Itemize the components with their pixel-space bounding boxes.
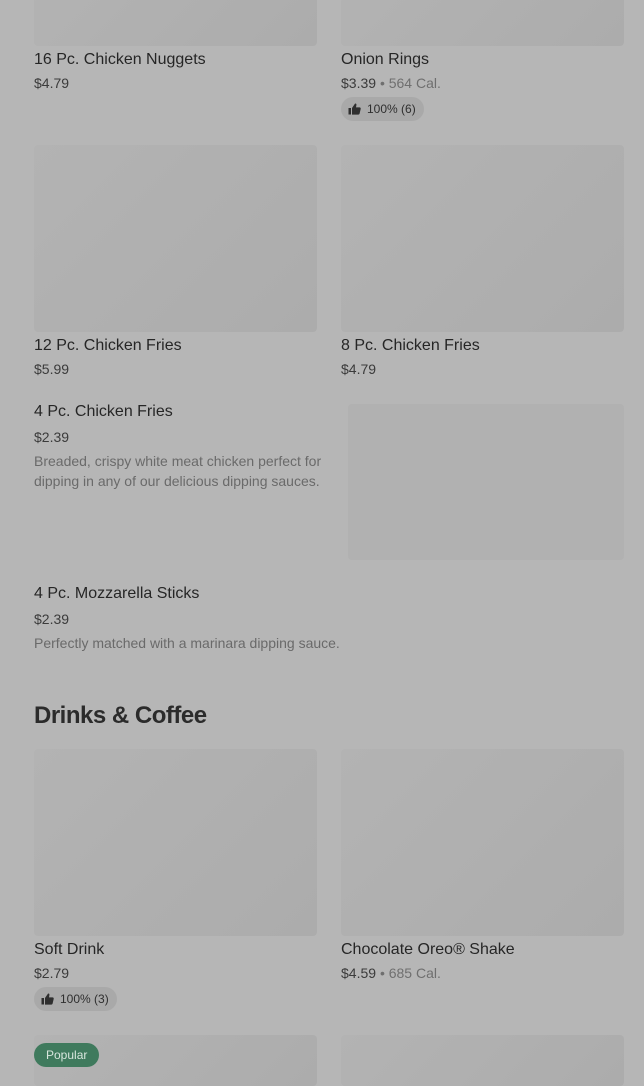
item-name[interactable]: Soft Drink <box>34 941 104 959</box>
item-name[interactable]: 4 Pc. Mozzarella Sticks <box>34 585 199 603</box>
item-calories: 685 Cal. <box>388 965 441 981</box>
item-price: $4.79 <box>34 75 70 91</box>
item-image-chicken-nuggets[interactable] <box>34 0 317 46</box>
thumbs-up-icon <box>41 993 54 1005</box>
item-price: $3.39 <box>341 75 377 91</box>
item-name[interactable]: 16 Pc. Chicken Nuggets <box>34 51 206 69</box>
item-image-chocolate-oreo-shake[interactable] <box>341 749 624 936</box>
item-image-next-right[interactable] <box>341 1035 624 1086</box>
item-price: $2.79 <box>34 965 70 981</box>
item-description: Perfectly matched with a marinara dippin… <box>34 635 340 651</box>
rating-text: 100% (6) <box>367 102 416 116</box>
item-price: $4.59 <box>341 965 377 981</box>
item-price: $5.99 <box>34 361 70 377</box>
popular-badge: Popular <box>34 1043 100 1067</box>
item-image-8pc-chicken-fries[interactable] <box>341 145 624 332</box>
item-calories: 564 Cal. <box>388 75 441 91</box>
section-heading: Drinks & Coffee <box>34 702 207 729</box>
item-image-onion-rings[interactable] <box>341 0 624 46</box>
item-price-calories: $4.59 • 685 Cal. <box>341 965 441 981</box>
item-name[interactable]: Onion Rings <box>341 51 429 69</box>
item-image-12pc-chicken-fries[interactable] <box>34 145 317 332</box>
thumbs-up-icon <box>348 103 361 115</box>
separator-dot: • <box>379 75 385 91</box>
item-name[interactable]: 12 Pc. Chicken Fries <box>34 337 182 355</box>
item-name[interactable]: 8 Pc. Chicken Fries <box>341 337 480 355</box>
rating-text: 100% (3) <box>60 992 109 1006</box>
rating-badge: 100% (3) <box>34 987 117 1011</box>
item-image-soft-drink[interactable] <box>34 749 317 936</box>
item-price: $2.39 <box>34 429 70 445</box>
item-price: $4.79 <box>341 361 377 377</box>
separator-dot: • <box>379 965 385 981</box>
item-name[interactable]: Chocolate Oreo® Shake <box>341 941 515 959</box>
item-image-4pc-chicken-fries[interactable] <box>348 404 624 560</box>
item-price: $2.39 <box>34 611 70 627</box>
item-description: Breaded, crispy white meat chicken perfe… <box>34 453 322 489</box>
item-name[interactable]: 4 Pc. Chicken Fries <box>34 403 173 421</box>
rating-badge: 100% (6) <box>341 97 424 121</box>
item-price-calories: $3.39 • 564 Cal. <box>341 75 441 91</box>
menu-page: 16 Pc. Chicken Nuggets $4.79 Onion Rings… <box>0 0 644 1086</box>
